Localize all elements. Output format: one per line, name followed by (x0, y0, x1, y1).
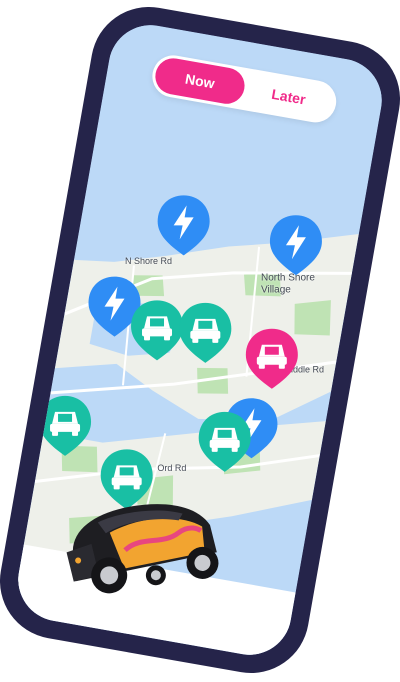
available-car-pin[interactable] (177, 301, 233, 365)
selected-car-pin[interactable] (244, 327, 300, 391)
map-label-ord-rd: Ord Rd (157, 463, 187, 474)
middle-wheel (145, 565, 166, 586)
available-car-pin[interactable] (197, 410, 253, 474)
available-car-pin[interactable] (37, 394, 93, 458)
charging-station-pin[interactable] (156, 193, 212, 257)
charging-station-pin[interactable] (268, 213, 324, 277)
